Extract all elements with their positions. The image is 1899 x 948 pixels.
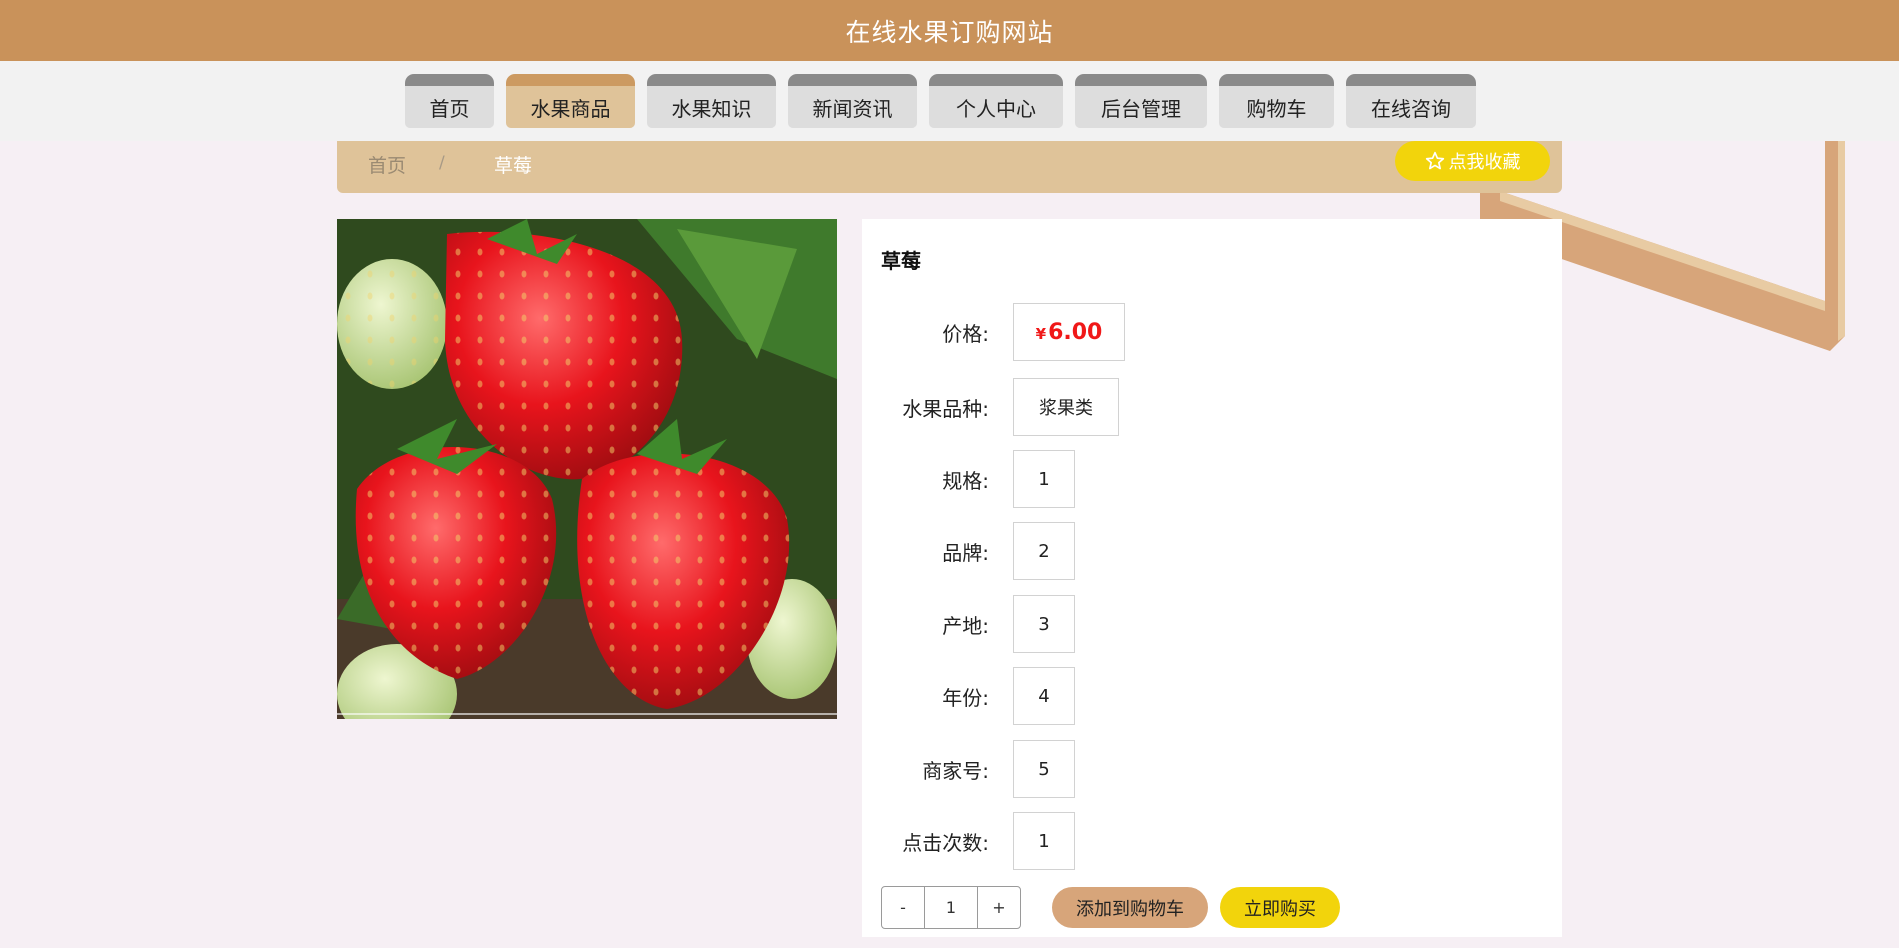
field-value: 浆果类 <box>1013 378 1119 436</box>
field-brand: 品牌: 2 <box>862 522 1562 580</box>
breadcrumb-separator: / <box>439 153 445 173</box>
nav-item-personal-center[interactable]: 个人中心 <box>929 74 1063 128</box>
product-name: 草莓 <box>881 249 921 273</box>
field-label: 产地: <box>942 614 989 638</box>
field-variety: 水果品种: 浆果类 <box>862 378 1562 436</box>
field-label: 价格: <box>942 322 989 346</box>
quantity-decrement-button[interactable]: - <box>882 887 924 928</box>
field-value: 5 <box>1013 740 1075 798</box>
field-origin: 产地: 3 <box>862 595 1562 653</box>
currency-symbol: ¥ <box>1035 324 1047 343</box>
nav-item-admin[interactable]: 后台管理 <box>1075 74 1207 128</box>
field-label: 规格: <box>942 469 989 493</box>
price-value: ¥6.00 <box>1013 303 1125 361</box>
field-spec: 规格: 1 <box>862 450 1562 508</box>
field-value: 2 <box>1013 522 1075 580</box>
field-value: 1 <box>1013 812 1075 870</box>
field-label: 年份: <box>942 686 989 710</box>
nav-item-online-consult[interactable]: 在线咨询 <box>1346 74 1476 128</box>
field-label: 商家号: <box>922 759 989 783</box>
site-header: 在线水果订购网站 <box>0 0 1899 61</box>
nav-item-home[interactable]: 首页 <box>405 74 494 128</box>
field-label: 水果品种: <box>902 397 989 421</box>
favorite-label: 点我收藏 <box>1448 152 1521 173</box>
field-price: 价格: ¥6.00 <box>862 303 1562 361</box>
breadcrumb: 首页 / 草莓 点我收藏 <box>337 141 1562 193</box>
nav-item-news[interactable]: 新闻资讯 <box>788 74 917 128</box>
buy-now-button[interactable]: 立即购买 <box>1220 887 1340 928</box>
favorite-button[interactable]: 点我收藏 <box>1395 141 1550 181</box>
main-nav: 首页 水果商品 水果知识 新闻资讯 个人中心 后台管理 购物车 在线咨询 <box>405 74 1476 128</box>
field-value: 4 <box>1013 667 1075 725</box>
quantity-increment-button[interactable]: + <box>978 887 1020 928</box>
field-label: 品牌: <box>942 541 989 565</box>
field-value: 3 <box>1013 595 1075 653</box>
product-detail-panel: 草莓 价格: ¥6.00 水果品种: 浆果类 规格: 1 品牌: 2 产地: 3… <box>862 219 1562 937</box>
quantity-stepper: - 1 + <box>881 886 1021 929</box>
nav-item-fruit-products[interactable]: 水果商品 <box>506 74 635 128</box>
site-title: 在线水果订购网站 <box>845 17 1054 47</box>
nav-item-fruit-knowledge[interactable]: 水果知识 <box>647 74 776 128</box>
nav-item-cart[interactable]: 购物车 <box>1219 74 1334 128</box>
add-to-cart-button[interactable]: 添加到购物车 <box>1052 887 1208 928</box>
quantity-input[interactable]: 1 <box>924 887 978 928</box>
star-outline-icon <box>1425 151 1444 170</box>
product-image <box>337 219 837 719</box>
price-amount: 6.00 <box>1048 319 1103 345</box>
field-year: 年份: 4 <box>862 667 1562 725</box>
field-click-count: 点击次数: 1 <box>862 812 1562 870</box>
field-label: 点击次数: <box>902 831 989 855</box>
breadcrumb-current: 草莓 <box>494 155 533 177</box>
field-value: 1 <box>1013 450 1075 508</box>
breadcrumb-home-link[interactable]: 首页 <box>368 151 406 178</box>
field-merchant-no: 商家号: 5 <box>862 740 1562 798</box>
